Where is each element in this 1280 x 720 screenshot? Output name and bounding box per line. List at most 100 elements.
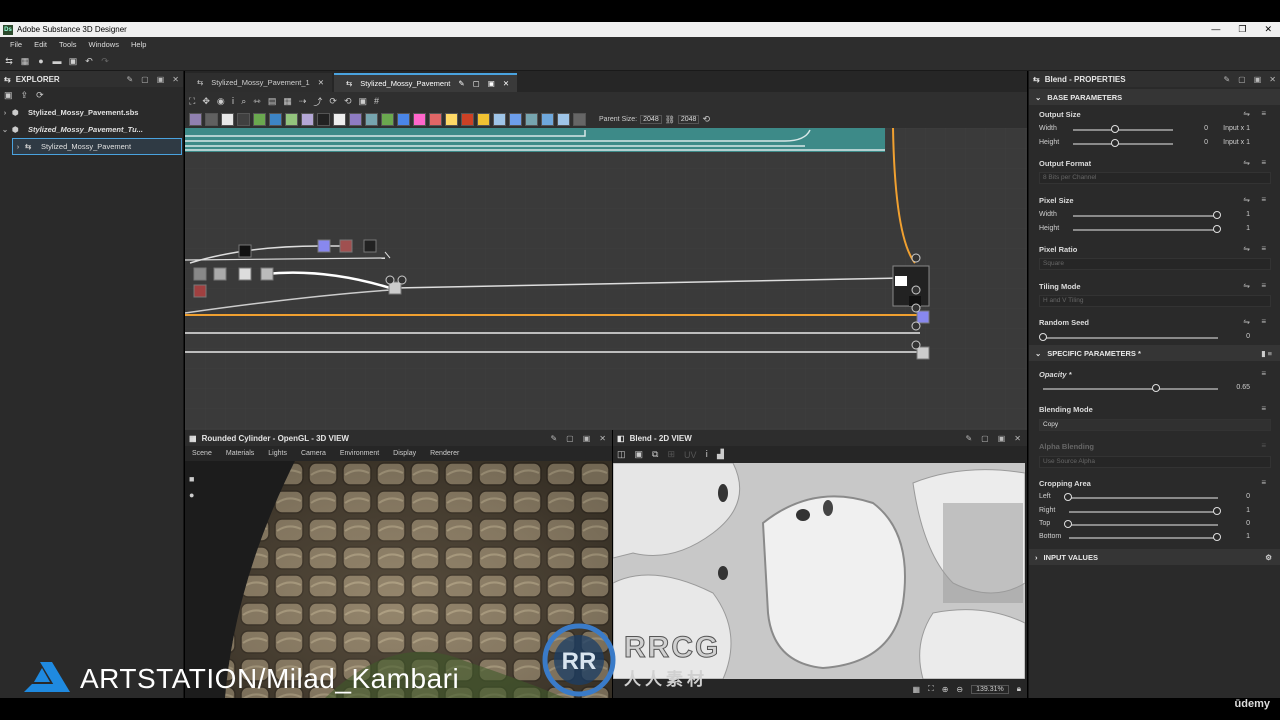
node-icon[interactable]	[397, 112, 410, 126]
tiling-mode-select[interactable]: H and V Tiling	[1039, 295, 1271, 307]
menu-icon[interactable]: ▮ ≡	[1261, 349, 1272, 358]
uv-icon[interactable]: UV	[684, 450, 697, 460]
menu-help[interactable]: Help	[125, 40, 152, 49]
width-value[interactable]: 0	[1204, 125, 1208, 132]
grid-icon[interactable]: ▦	[913, 685, 921, 694]
menu-icon[interactable]: ≡	[1261, 478, 1266, 487]
tab-graph-2[interactable]: ⇆ Stylized_Mossy_Pavement ✎ ▢ ▣ ✕	[333, 73, 518, 92]
light-icon[interactable]: ●	[189, 490, 194, 500]
menu-windows[interactable]: Windows	[83, 40, 125, 49]
menu-lights[interactable]: Lights	[268, 450, 287, 457]
open-icon[interactable]: ▬	[52, 56, 62, 66]
close-icon[interactable]: ✕	[1264, 22, 1272, 37]
camera-icon[interactable]: ◉	[217, 96, 225, 107]
rotate-icon[interactable]: ⟳	[329, 96, 337, 107]
maximize-icon[interactable]: ▣	[157, 75, 165, 84]
undo-icon[interactable]: ↶	[84, 56, 94, 66]
pixel-width-slider-handle[interactable]	[1213, 211, 1221, 219]
float-icon[interactable]: ▢	[473, 79, 480, 88]
pixel-width-slider[interactable]	[1073, 215, 1218, 217]
node-icon[interactable]	[381, 112, 394, 126]
close-icon[interactable]: ✕	[318, 78, 324, 87]
explorer-item-package[interactable]: › ⬢ Stylized_Mossy_Pavement.sbs	[0, 104, 183, 121]
random-seed-slider-handle[interactable]	[1039, 333, 1047, 341]
save-icon[interactable]: ▣	[68, 56, 78, 66]
link-icon[interactable]: ⛓	[665, 115, 675, 124]
export-icon[interactable]: ⇪	[21, 90, 29, 101]
info-icon[interactable]: ⅰ	[232, 96, 235, 107]
maximize-icon[interactable]: ▣	[998, 434, 1006, 443]
node-icon[interactable]	[477, 112, 490, 126]
float-icon[interactable]: ▢	[141, 75, 149, 84]
crop-top-handle[interactable]	[1064, 520, 1072, 528]
node-icon[interactable]	[557, 112, 570, 126]
random-seed-slider[interactable]	[1043, 337, 1218, 339]
input-values-section[interactable]: › INPUT VALUES ⚙︎	[1029, 549, 1280, 565]
pin-icon[interactable]: ✎	[550, 434, 557, 443]
link-icon[interactable]: ⇋	[1243, 109, 1250, 118]
save-icon[interactable]: ▣	[635, 449, 644, 460]
float-icon[interactable]: ▢	[1238, 75, 1246, 84]
close-icon[interactable]: ✕	[1014, 434, 1021, 443]
node-icon[interactable]	[413, 112, 426, 126]
link-icon[interactable]: ⇋	[1243, 244, 1250, 253]
tile-icon[interactable]: ⊞	[667, 449, 675, 460]
explorer-item-graph[interactable]: › ⇆ Stylized_Mossy_Pavement	[12, 138, 182, 155]
node-icon[interactable]	[269, 112, 282, 126]
pixel-ratio-select[interactable]: Square	[1039, 258, 1271, 270]
node-icon[interactable]	[461, 112, 474, 126]
menu-display[interactable]: Display	[393, 450, 416, 457]
node-icon[interactable]	[365, 112, 378, 126]
menu-icon[interactable]: ≡	[1261, 195, 1266, 204]
link-icon[interactable]: ⇋	[1243, 281, 1250, 290]
menu-icon[interactable]: ≡	[1261, 281, 1266, 290]
menu-renderer[interactable]: Renderer	[430, 450, 459, 457]
redo-icon[interactable]: ↷	[100, 56, 110, 66]
info-icon[interactable]: ⅰ	[706, 449, 709, 460]
specific-parameters-section[interactable]: ⌄ SPECIFIC PARAMETERS * ▮ ≡	[1029, 345, 1280, 361]
zoom-icon[interactable]: ⌕	[241, 96, 246, 107]
width-slider-handle[interactable]	[1111, 125, 1119, 133]
grid-toggle-icon[interactable]: #	[374, 96, 379, 106]
close-icon[interactable]: ✕	[172, 75, 179, 84]
tab-graph-1[interactable]: ⇆ Stylized_Mossy_Pavement_1 ✕	[185, 73, 332, 92]
node-icon[interactable]	[317, 112, 330, 126]
parent-size-select[interactable]: 2048	[640, 114, 662, 124]
frame-icon[interactable]: ▣	[359, 96, 368, 107]
opacity-slider-handle[interactable]	[1152, 384, 1160, 392]
menu-scene[interactable]: Scene	[192, 450, 212, 457]
height-slider-handle[interactable]	[1111, 139, 1119, 147]
reset-icon[interactable]: ⟲	[702, 114, 710, 125]
graph-canvas[interactable]	[185, 128, 1027, 430]
random-seed-value[interactable]: 0	[1246, 333, 1250, 340]
pin-icon[interactable]: ✎	[1223, 75, 1230, 84]
connect-icon[interactable]: ⇢	[299, 96, 307, 107]
node-icon[interactable]	[493, 112, 506, 126]
close-icon[interactable]: ✕	[1269, 75, 1276, 84]
pin-icon[interactable]: ✎	[965, 434, 972, 443]
pin-icon[interactable]: ✎	[458, 79, 464, 88]
align-icon[interactable]: ▤	[268, 96, 277, 107]
float-icon[interactable]: ▢	[566, 434, 574, 443]
zoom-level[interactable]: 139.31%	[971, 684, 1009, 694]
height-mode[interactable]: Input x 1	[1223, 139, 1250, 146]
node-icon[interactable]	[525, 112, 538, 126]
center-icon[interactable]: ⊕	[942, 685, 949, 694]
expand-icon[interactable]: ›	[1035, 553, 1038, 562]
close-icon[interactable]: ✕	[503, 79, 509, 88]
crop-right-slider[interactable]	[1069, 511, 1218, 513]
expand-icon[interactable]: ›	[13, 142, 23, 151]
menu-file[interactable]: File	[4, 40, 28, 49]
histogram-icon[interactable]: ▟	[717, 449, 724, 460]
node-icon[interactable]	[221, 112, 234, 126]
width-mode[interactable]: Input x 1	[1223, 125, 1250, 132]
maximize-icon[interactable]: ▣	[488, 79, 495, 88]
height-slider[interactable]	[1073, 143, 1173, 145]
link-icon[interactable]: ⇿	[253, 96, 261, 107]
crop-bottom-handle[interactable]	[1213, 533, 1221, 541]
crop-left-value[interactable]: 0	[1246, 493, 1250, 500]
lock-icon[interactable]: 🔒︎	[1017, 684, 1021, 694]
menu-environment[interactable]: Environment	[340, 450, 379, 457]
node-icon[interactable]	[445, 112, 458, 126]
crop-left-handle[interactable]	[1064, 493, 1072, 501]
